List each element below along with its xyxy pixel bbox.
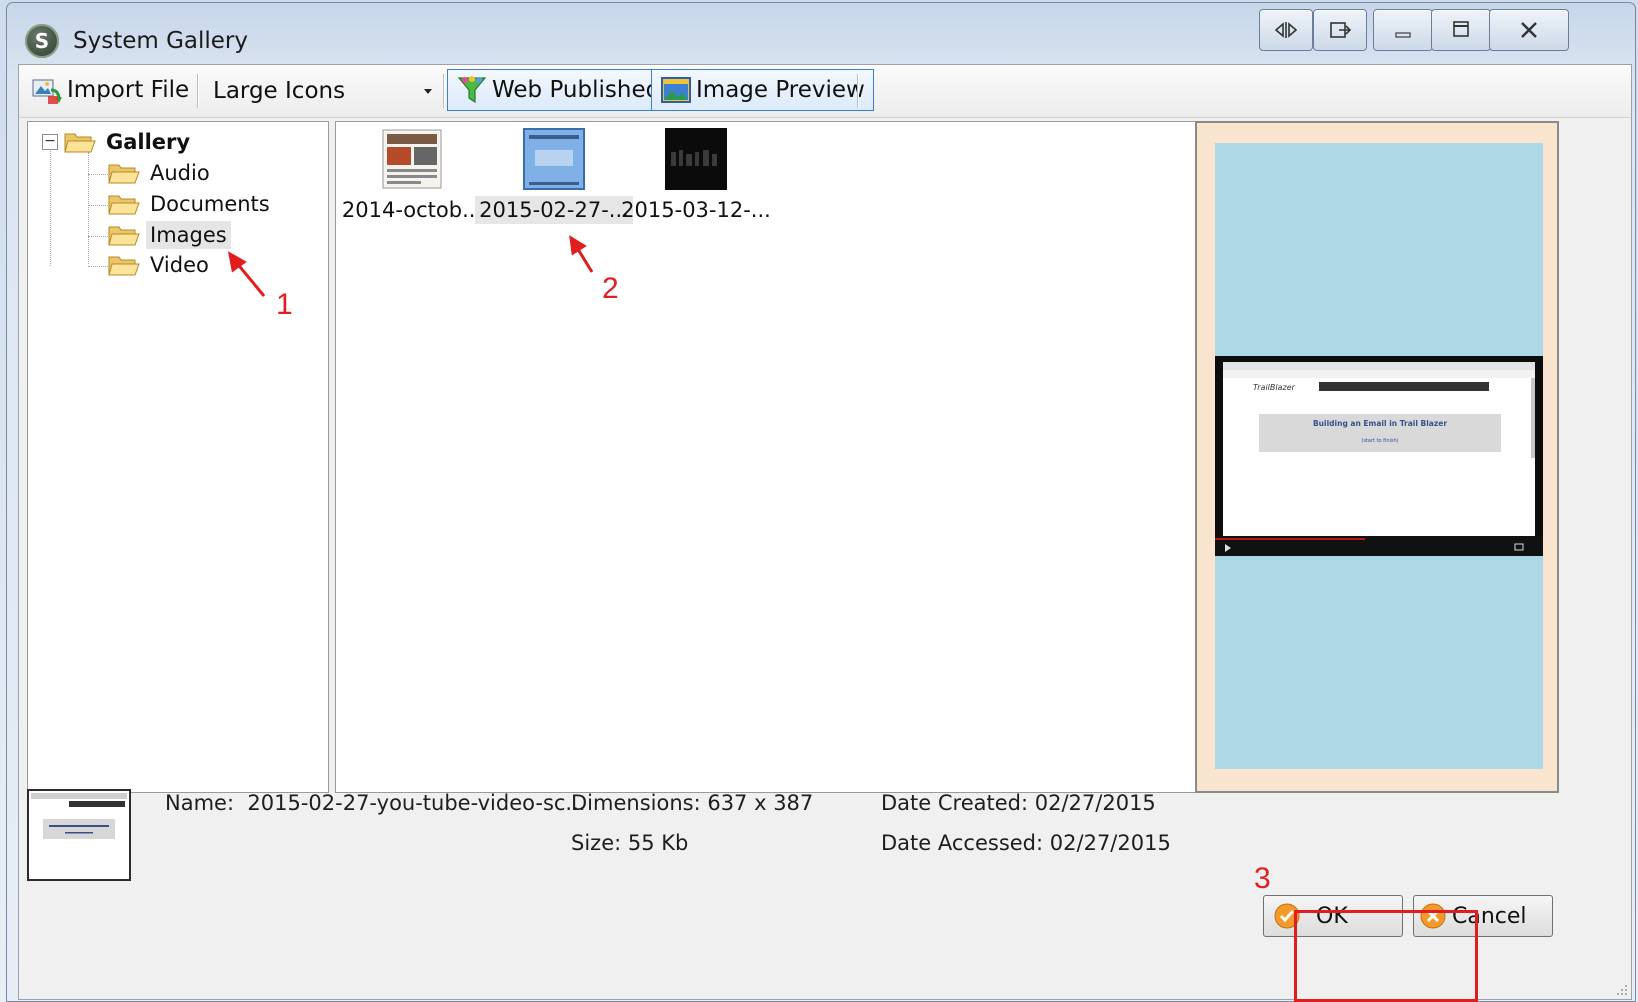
annotation-number-2: 2 — [602, 272, 619, 305]
annotation-highlight-ok — [1294, 910, 1478, 1002]
annotation-arrowhead-2 — [569, 235, 587, 256]
screenshot: { "window": { "title": "System Gallery" … — [0, 0, 1638, 1002]
annotation-number-1: 1 — [276, 288, 293, 321]
annotation-arrows — [227, 235, 594, 297]
annotation-arrow-1 — [234, 261, 266, 297]
annotation-number-3: 3 — [1254, 862, 1271, 895]
